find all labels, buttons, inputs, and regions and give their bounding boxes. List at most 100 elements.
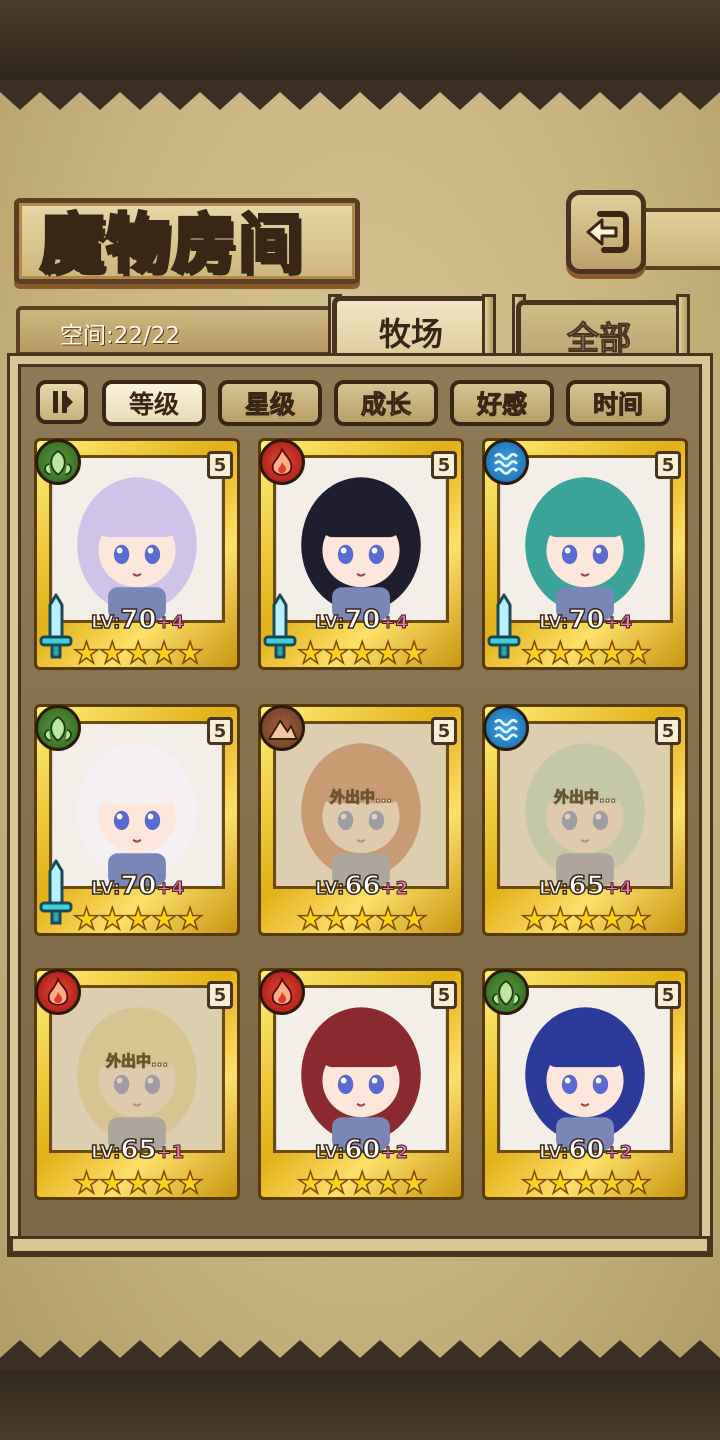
sort-order-icon [53, 391, 73, 413]
monster-card[interactable]: 5 LV:60+2 ★★★★★ [482, 968, 688, 1200]
return-arrow-icon [586, 211, 629, 253]
bottom-zigzag-trim [0, 1340, 720, 1370]
element-wood-icon [483, 969, 529, 1015]
element-wood-icon [35, 705, 81, 751]
tab-ranch[interactable]: 牧场 [332, 296, 490, 362]
sort-label: 星级 [244, 390, 295, 420]
monster-portrait [500, 458, 670, 620]
level-prefix: LV: [314, 611, 345, 634]
monster-card[interactable]: 外出中... 5 LV:66+2 ★★★★★ [258, 704, 464, 936]
level-value: 60 [568, 1134, 606, 1166]
tab-post [482, 294, 496, 358]
away-status: 外出中... [329, 788, 393, 807]
sort-by-affection[interactable]: 好感 [450, 380, 554, 426]
monster-card[interactable]: 5 LV:60+2 ★★★★★ [258, 968, 464, 1200]
level-prefix: LV: [314, 1141, 345, 1164]
panel-bottom-bar [10, 1236, 710, 1254]
level-value: 65 [568, 870, 606, 902]
level-plus: +4 [380, 612, 409, 634]
monster-level: LV:70+4 [538, 604, 633, 636]
level-prefix: LV: [538, 611, 569, 634]
monster-level: LV:70+4 [90, 870, 185, 902]
element-earth-icon [259, 705, 305, 751]
level-plus: +2 [380, 878, 409, 900]
sort-order-toggle[interactable] [36, 380, 88, 424]
tab-post [676, 294, 690, 358]
monster-portrait [276, 988, 446, 1150]
monster-level: LV:60+2 [314, 1134, 409, 1166]
sort-by-level[interactable]: 等级 [102, 380, 206, 426]
sort-by-growth[interactable]: 成长 [334, 380, 438, 426]
sword-icon [39, 859, 73, 925]
away-status: 外出中... [105, 1052, 169, 1071]
tab-ranch-label: 牧场 [378, 314, 443, 353]
rarity-badge: 5 [655, 451, 681, 479]
element-water-icon [483, 705, 529, 751]
rarity-badge: 5 [431, 981, 457, 1009]
sort-label: 等级 [128, 390, 179, 419]
level-plus: +4 [604, 878, 633, 900]
element-wood-icon [35, 439, 81, 485]
element-fire-icon [35, 969, 81, 1015]
element-fire-icon [259, 969, 305, 1015]
top-border [0, 0, 720, 80]
monster-level: LV:65+1 [90, 1134, 185, 1166]
rarity-badge: 5 [207, 451, 233, 479]
monster-portrait [52, 458, 222, 620]
space-capacity: 空间:22/22 [60, 323, 181, 349]
level-plus: +4 [156, 878, 185, 900]
monster-level: LV:70+4 [90, 604, 185, 636]
monster-level: LV:65+4 [538, 870, 633, 902]
sort-by-stars[interactable]: 星级 [218, 380, 322, 426]
star-rating: ★★★★★ [296, 636, 428, 671]
monster-card[interactable]: 5 LV:70+4 ★★★★★ [34, 704, 240, 936]
star-rating: ★★★★★ [520, 1166, 652, 1201]
star-rating: ★★★★★ [72, 636, 204, 671]
level-value: 70 [344, 604, 382, 636]
rarity-badge: 5 [655, 717, 681, 745]
monster-level: LV:66+2 [314, 870, 409, 902]
back-button-bar [640, 208, 720, 270]
monster-level: LV:70+4 [314, 604, 409, 636]
level-plus: +2 [380, 1142, 409, 1164]
star-rating: ★★★★★ [520, 636, 652, 671]
star-rating: ★★★★★ [520, 902, 652, 937]
star-rating: ★★★★★ [72, 902, 204, 937]
monster-card[interactable]: 5 LV:70+4 ★★★★★ [34, 438, 240, 670]
star-rating: ★★★★★ [296, 902, 428, 937]
sword-icon [39, 593, 73, 659]
element-fire-icon [259, 439, 305, 485]
sort-label: 好感 [476, 390, 527, 420]
rarity-badge: 5 [207, 981, 233, 1009]
level-value: 65 [120, 1134, 158, 1166]
sword-icon [263, 593, 297, 659]
star-rating: ★★★★★ [72, 1166, 204, 1201]
level-prefix: LV: [314, 877, 345, 900]
tab-all-label: 全部 [566, 318, 631, 357]
monster-card[interactable]: 5 LV:70+4 ★★★★★ [482, 438, 688, 670]
level-plus: +2 [604, 1142, 633, 1164]
screen-title: 魔物房间 [39, 206, 304, 284]
level-plus: +4 [604, 612, 633, 634]
monster-portrait [52, 724, 222, 886]
sword-icon [487, 593, 521, 659]
monster-portrait [276, 458, 446, 620]
star-rating: ★★★★★ [296, 1166, 428, 1201]
sort-label: 成长 [360, 390, 411, 420]
level-value: 60 [344, 1134, 382, 1166]
monster-level: LV:60+2 [538, 1134, 633, 1166]
sort-by-time[interactable]: 时间 [566, 380, 670, 426]
bottom-border [0, 1360, 720, 1440]
monster-card[interactable]: 5 LV:70+4 ★★★★★ [258, 438, 464, 670]
back-button[interactable] [566, 190, 646, 274]
level-plus: +4 [156, 612, 185, 634]
monster-card[interactable]: 外出中... 5 LV:65+4 ★★★★★ [482, 704, 688, 936]
level-prefix: LV: [90, 1141, 121, 1164]
rarity-badge: 5 [431, 717, 457, 745]
monster-card[interactable]: 外出中... 5 LV:65+1 ★★★★★ [34, 968, 240, 1200]
level-value: 70 [120, 870, 158, 902]
level-plus: +1 [156, 1142, 185, 1164]
rarity-badge: 5 [207, 717, 233, 745]
level-prefix: LV: [538, 877, 569, 900]
level-value: 66 [344, 870, 382, 902]
